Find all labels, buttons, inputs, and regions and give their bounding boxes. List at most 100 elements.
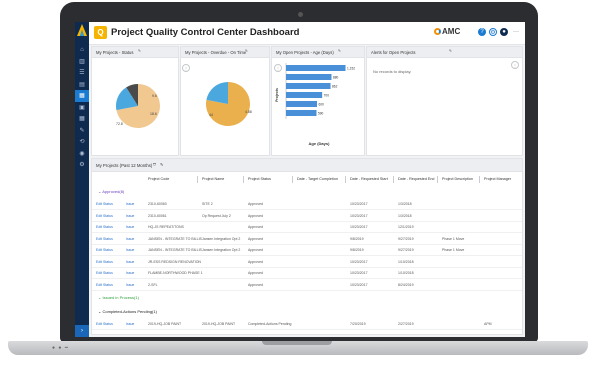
table-row[interactable]: Edit Status Issue JANSEN - INTEGRATE TO BI…: [92, 234, 522, 245]
edit-icon[interactable]: ✎: [338, 49, 341, 53]
table-cell: 1/10/2018: [398, 271, 414, 275]
edit-icon[interactable]: ✎: [160, 162, 163, 167]
bar-data-label: 590: [318, 112, 324, 116]
issue-link[interactable]: Issue: [126, 322, 134, 326]
settings-icon[interactable]: ⚙: [489, 28, 497, 36]
widgets-row: My Projects - Status ✎ 9.6 18.6 72.8 My …: [91, 46, 523, 156]
tools-icon[interactable]: ✎: [78, 127, 86, 135]
issue-link[interactable]: Issue: [126, 214, 134, 218]
pie-label: 4.88: [245, 110, 252, 114]
expand-sidebar-icon[interactable]: ›: [75, 325, 89, 337]
home-icon[interactable]: ⌂: [78, 46, 86, 54]
app-screen: ⌂ ▥ ☰ ▤ ▦ ▣ ▦ ✎ ⟲ ◉ ⚙ › Q Project Quality Control …: [75, 22, 525, 337]
column-header[interactable]: Project Name: [202, 177, 224, 181]
issue-link[interactable]: Issue: [126, 283, 134, 287]
pie-label: 72.8: [116, 122, 123, 126]
edit-status-link[interactable]: Edit Status: [96, 202, 113, 206]
issue-link[interactable]: Issue: [126, 260, 134, 264]
age-bar[interactable]: [286, 65, 346, 71]
edit-status-link[interactable]: Edit Status: [96, 283, 113, 287]
chart-icon[interactable]: ▥: [78, 58, 86, 66]
table-cell: Jansen Integration Opt 2: [202, 248, 241, 252]
list-title: My Projects (Past 12 Months): [96, 163, 153, 168]
issue-link[interactable]: Issue: [126, 202, 134, 206]
dashboard-icon[interactable]: ▦: [78, 92, 86, 100]
report-icon[interactable]: ▣: [78, 104, 86, 112]
table-cell: 8/24/2019: [398, 282, 414, 287]
edit-icon[interactable]: ✎: [449, 49, 452, 53]
pie-label: 18.6: [150, 112, 157, 116]
table-row[interactable]: Edit Status Issue 2310-60061 Op Request Jul…: [92, 211, 522, 222]
table-row[interactable]: Edit Status Issue 2-SFL Approved 10/23/2017 8…: [92, 280, 522, 291]
edit-status-link[interactable]: Edit Status: [96, 237, 113, 241]
empty-state: No records to display.: [373, 69, 412, 74]
widget-open-age: My Open Projects - Age (Days) ✎ ⋮ Projec…: [271, 46, 365, 156]
table-cell: APM: [484, 322, 492, 326]
edit-icon[interactable]: ✎: [138, 49, 141, 53]
column-header[interactable]: Date - Target Completion: [297, 177, 338, 181]
settings-icon[interactable]: ⚙: [78, 161, 86, 169]
widget-title: My Projects - Status: [96, 50, 134, 55]
table-row[interactable]: Edit Status Issue FLAMBE-NORTHWOOD PHASE 1…: [92, 268, 522, 279]
edit-status-link[interactable]: Edit Status: [96, 214, 113, 218]
group-header[interactable]: ⌄ Completed-Actions Pending(1): [98, 309, 157, 314]
edit-status-link[interactable]: Edit Status: [96, 260, 113, 264]
edit-status-link[interactable]: Edit Status: [96, 248, 113, 252]
age-bar[interactable]: [286, 110, 317, 116]
pie-label: 44: [209, 113, 213, 117]
table-cell: Approved: [248, 202, 263, 206]
brand-logo: AMC: [434, 27, 460, 36]
help-icon[interactable]: ?: [478, 28, 486, 36]
edit-status-link[interactable]: Edit Status: [96, 225, 113, 229]
table-row[interactable]: Edit Status Issue JR-ESS REDSIGN RENOVATIO…: [92, 257, 522, 268]
column-header[interactable]: Project Code: [148, 177, 169, 181]
column-header[interactable]: Project Description: [442, 177, 473, 181]
age-bar[interactable]: [286, 92, 323, 98]
age-bar[interactable]: [286, 101, 317, 107]
table-cell: 2/27/2019: [398, 322, 414, 326]
table-cell: Phase 1 Move: [442, 248, 465, 252]
location-icon[interactable]: ◉: [78, 150, 86, 158]
table-cell: 2310-60061: [148, 213, 167, 218]
table-cell: Approved: [248, 271, 263, 275]
widget-title: Alerts for Open Projects: [371, 50, 416, 55]
edit-icon[interactable]: ✎: [245, 49, 248, 53]
column-header[interactable]: Project Status: [248, 177, 271, 181]
table-cell: Approved: [248, 225, 263, 229]
issue-link[interactable]: Issue: [126, 225, 134, 229]
overdue-pie-chart: [206, 82, 250, 126]
list-icon[interactable]: ☰: [78, 69, 86, 77]
more-icon[interactable]: ···: [512, 28, 520, 36]
link-icon[interactable]: ⟲: [78, 138, 86, 146]
table-cell: 9/27/2019: [398, 248, 414, 252]
edit-status-link[interactable]: Edit Status: [96, 271, 113, 275]
widget-menu-button[interactable]: ⋮: [511, 61, 519, 69]
widget-status: My Projects - Status ✎ 9.6 18.6 72.8: [91, 46, 179, 156]
issue-link[interactable]: Issue: [126, 237, 134, 241]
brand-ring-icon: [434, 28, 441, 35]
table-cell: Op Request July 2: [202, 213, 231, 218]
camera-icon: [298, 12, 303, 17]
edit-status-link[interactable]: Edit Status: [96, 322, 113, 326]
column-header[interactable]: Date - Requested Start: [350, 177, 388, 181]
calendar-icon[interactable]: ▦: [78, 115, 86, 123]
table-row[interactable]: Edit Status Issue JANSEN - INTEGRATE TO BI…: [92, 245, 522, 256]
table-row[interactable]: Edit Status Issue HQ-JS REPEAT/TONS Approve…: [92, 222, 522, 233]
column-header[interactable]: Date - Requested End: [398, 177, 435, 181]
table-cell: 9/8/2019: [350, 248, 364, 252]
issue-link[interactable]: Issue: [126, 271, 134, 275]
issue-link[interactable]: Issue: [126, 248, 134, 252]
table-cell: Completed-Actions Pending: [248, 322, 292, 326]
table-row[interactable]: Edit Status Issue 2310-60060 SITE 2 Approved…: [92, 199, 522, 210]
column-header[interactable]: Project Manager: [484, 177, 511, 181]
age-bar[interactable]: [286, 83, 331, 89]
table-row[interactable]: Edit Status Issue 2019-HQ-JOB PAINT 2019-HQ…: [92, 319, 522, 330]
user-icon[interactable]: ●: [500, 28, 508, 36]
document-icon[interactable]: ▤: [78, 81, 86, 89]
filter-icon[interactable]: ⛉: [153, 162, 156, 167]
group-header[interactable]: ⌄ Issued in Process(1): [98, 295, 139, 300]
age-bar[interactable]: [286, 74, 332, 80]
group-header[interactable]: ⌄ Approved(8): [98, 189, 124, 194]
header: Q Project Quality Control Center Dashboa…: [89, 22, 525, 45]
widget-overdue: My Projects - Overdue - On Time ✎ ⋮ 4.88…: [180, 46, 270, 156]
